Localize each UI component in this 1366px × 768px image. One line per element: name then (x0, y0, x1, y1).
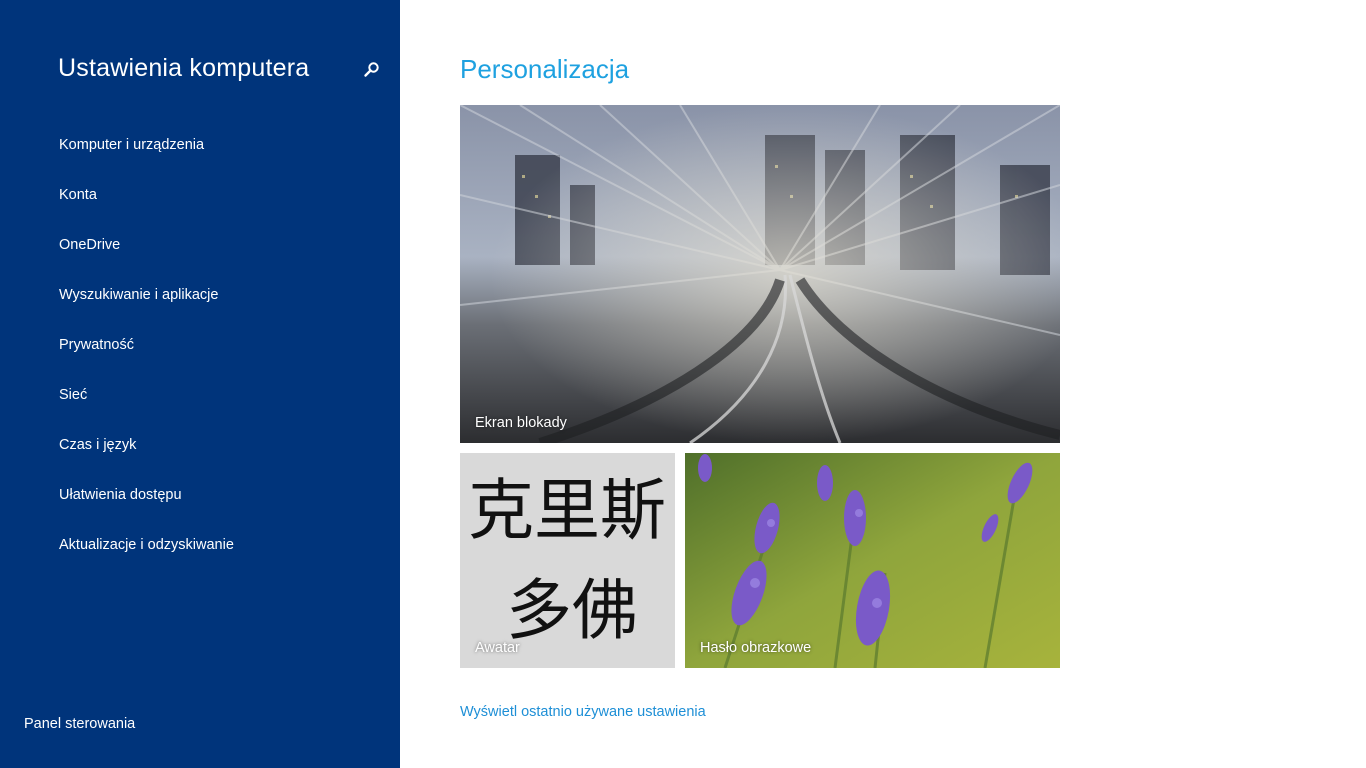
picture-password-image (685, 453, 1060, 668)
avatar-chars-top: 克里斯 (468, 472, 666, 549)
sidebar-item-network[interactable]: Sieć (59, 383, 234, 433)
pc-settings-window: Ustawienia komputera Komputer i urządzen… (0, 0, 1366, 768)
sidebar-title: Ustawienia komputera (58, 54, 310, 82)
sidebar-item-privacy[interactable]: Prywatność (59, 333, 234, 383)
picture-password-label: Hasło obrazkowe (700, 640, 812, 656)
search-button[interactable] (360, 58, 384, 82)
lock-screen-image (460, 105, 1060, 443)
picture-password-tile[interactable]: Hasło obrazkowe (685, 453, 1060, 668)
sidebar-item-onedrive[interactable]: OneDrive (59, 233, 234, 283)
sidebar-item-pc-devices[interactable]: Komputer i urządzenia (59, 133, 234, 183)
sidebar-item-time-language[interactable]: Czas i język (59, 433, 234, 483)
sidebar-item-update-recovery[interactable]: Aktualizacje i odzyskiwanie (59, 533, 234, 583)
sidebar-item-accounts[interactable]: Konta (59, 183, 234, 233)
lock-screen-tile[interactable]: Ekran blokady (460, 105, 1060, 443)
sidebar-item-search-apps[interactable]: Wyszukiwanie i aplikacje (59, 283, 234, 333)
avatar-chars-bottom: 多佛 (506, 572, 638, 649)
search-icon (364, 62, 379, 77)
avatar-label: Awatar (475, 640, 520, 656)
sidebar-nav: Komputer i urządzenia Konta OneDrive Wys… (59, 133, 234, 583)
sidebar: Ustawienia komputera Komputer i urządzen… (0, 0, 400, 768)
sidebar-item-ease-of-access[interactable]: Ułatwienia dostępu (59, 483, 234, 533)
control-panel-link[interactable]: Panel sterowania (24, 716, 135, 732)
recent-settings-link[interactable]: Wyświetl ostatnio używane ustawienia (460, 704, 706, 720)
page-title: Personalizacja (460, 54, 630, 84)
avatar-tile[interactable]: 克里斯 多佛 Awatar (460, 453, 675, 668)
avatar-image: 克里斯 多佛 (460, 453, 675, 668)
lock-screen-label: Ekran blokady (475, 415, 567, 431)
